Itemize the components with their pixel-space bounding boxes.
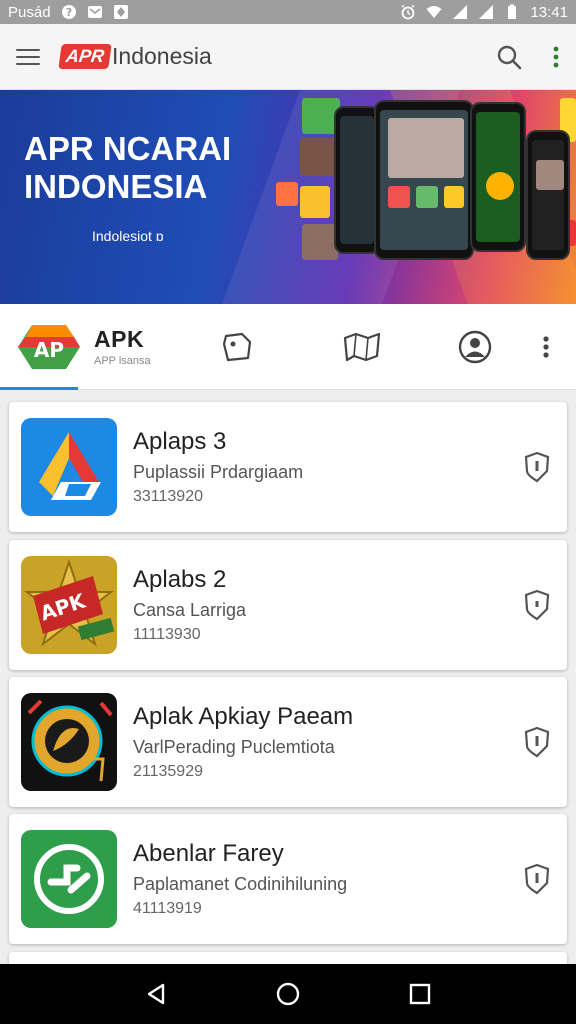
mail-icon	[87, 6, 102, 18]
shield-icon[interactable]	[524, 451, 550, 483]
home-circle-icon	[276, 982, 300, 1006]
app-title: Aplabs 2	[133, 565, 227, 593]
list-item[interactable]: Aplak Apkiay Paeam VarlPerading Puclemti…	[9, 677, 567, 807]
app-title: Abenlar Farey	[133, 839, 284, 867]
map-icon[interactable]	[342, 330, 382, 364]
signal-icon	[453, 5, 468, 19]
google-drive-style-icon	[21, 418, 117, 516]
brand-badge: APR	[58, 44, 112, 69]
green-arrows-icon	[21, 830, 117, 928]
app-id-number: 41113919	[133, 899, 202, 917]
tag-icon[interactable]	[220, 330, 254, 364]
promo-banner[interactable]: APR NCARAI INDONESIA Indolesiot ɒ	[0, 90, 576, 304]
app-bar: APR Indonesia	[0, 24, 576, 90]
app-title: Aplaps 3	[133, 427, 227, 455]
app-id-number: 33113920	[133, 487, 203, 505]
banner-title: APR NCARAI INDONESIA	[24, 130, 232, 205]
back-triangle-icon	[147, 983, 165, 1005]
profile-icon[interactable]	[458, 330, 492, 364]
app-id-number: 21135929	[133, 762, 203, 780]
search-icon[interactable]	[496, 44, 522, 70]
hamburger-menu-icon[interactable]	[16, 43, 44, 71]
compass-game-icon	[21, 693, 117, 791]
app-description: Paplamanet Codinihiluning	[133, 873, 348, 894]
active-tab-indicator	[0, 386, 78, 390]
signal-icon	[479, 5, 494, 19]
svg-text:?: ?	[65, 6, 71, 19]
back-button[interactable]	[136, 974, 176, 1014]
home-button[interactable]	[268, 974, 308, 1014]
alarm-icon	[401, 4, 415, 20]
brand-logo[interactable]: APR Indonesia	[58, 43, 212, 70]
shield-icon[interactable]	[524, 863, 550, 895]
brand-title: Indonesia	[112, 43, 212, 69]
system-nav-bar	[0, 964, 576, 1024]
overflow-menu-icon[interactable]	[552, 44, 560, 70]
status-bar: Pusád ? 13:41	[0, 0, 576, 24]
tab-strip: AP APK APP lsansa	[0, 304, 576, 390]
apk-star-icon: APK	[21, 556, 117, 654]
banner-subtitle: Indolesiot ɒ	[92, 228, 164, 244]
recents-square-icon	[409, 983, 431, 1005]
apk-logo-icon: AP	[18, 324, 80, 369]
app-title: Aplak Apkiay Paeam	[133, 702, 354, 730]
app-icon	[113, 5, 128, 19]
apk-tab-title: APK	[94, 326, 145, 352]
list-item[interactable]: APK Aplabs 2 Cansa Larriga 11113930	[9, 540, 567, 670]
status-carrier-label: Pusád	[8, 3, 51, 21]
app-description: VarlPerading Puclemtiota	[133, 736, 335, 757]
list-item[interactable]: Abenlar Farey Paplamanet Codinihiluning …	[9, 814, 567, 944]
tab-apk[interactable]: AP APK APP lsansa	[0, 304, 180, 390]
app-id-number: 11113930	[133, 625, 201, 643]
battery-icon	[508, 4, 517, 19]
app-description: Puplassii Prdargiaam	[133, 461, 304, 482]
status-time: 13:41	[530, 3, 568, 21]
recents-button[interactable]	[400, 974, 440, 1014]
shield-icon[interactable]	[524, 589, 550, 621]
list-item[interactable]: Aplaps 3 Puplassii Prdargiaam 33113920	[9, 402, 567, 532]
help-icon: ?	[61, 5, 76, 19]
shield-icon[interactable]	[524, 726, 550, 758]
apk-tab-subtitle: APP lsansa	[94, 355, 151, 367]
svg-text:AP: AP	[34, 338, 64, 362]
app-description: Cansa Larriga	[133, 599, 247, 620]
overflow-menu-icon[interactable]	[538, 330, 554, 364]
wifi-icon	[426, 6, 442, 18]
